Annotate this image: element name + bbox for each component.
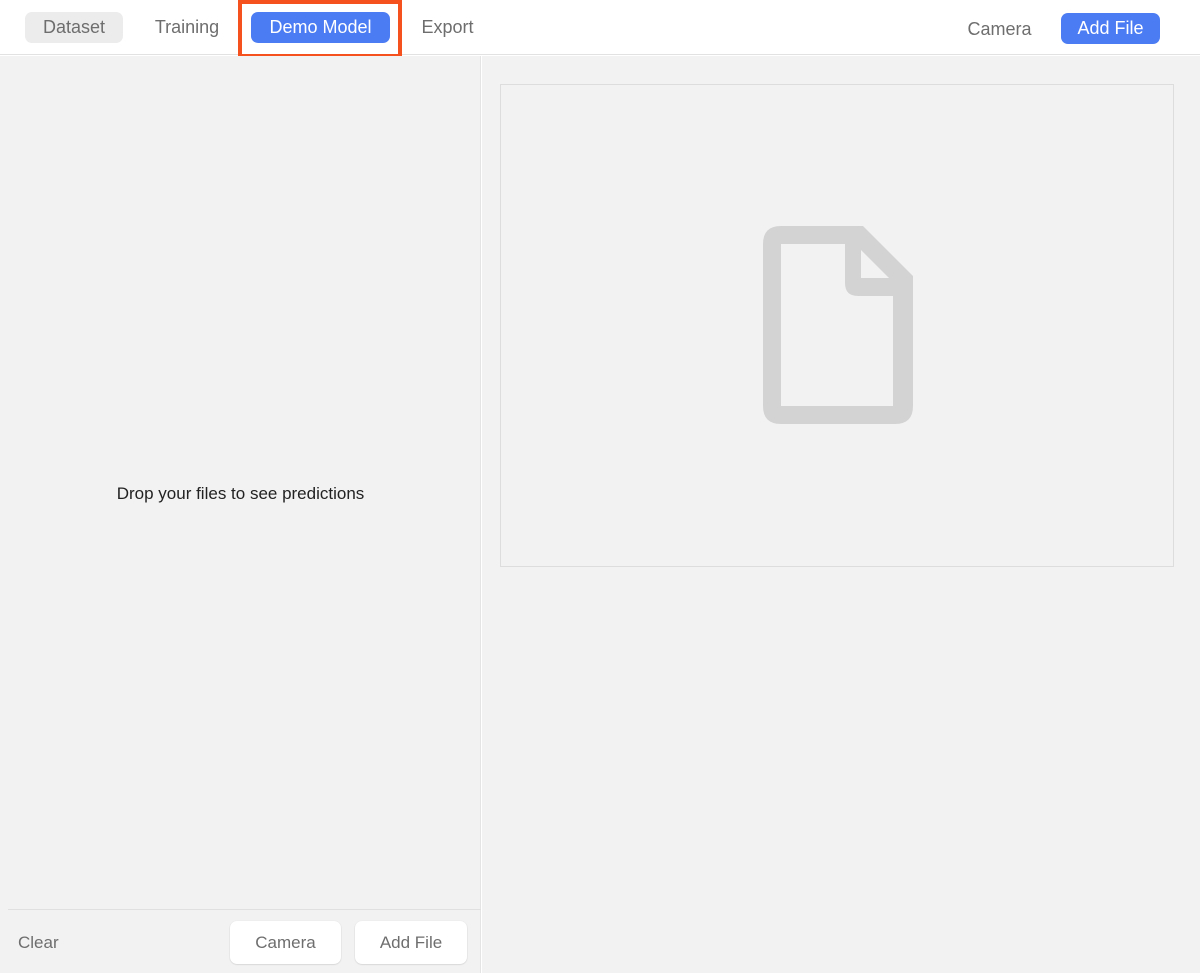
toolbar-add-file-button[interactable]: Add File	[1061, 13, 1160, 44]
tab-dataset[interactable]: Dataset	[25, 12, 123, 43]
preview-panel	[482, 56, 1200, 973]
tab-training[interactable]: Training	[140, 12, 234, 43]
file-list-panel[interactable]: Drop your files to see predictions Clear…	[0, 56, 481, 973]
clear-button[interactable]: Clear	[18, 930, 88, 956]
top-toolbar: Dataset Training Demo Model Export Camer…	[0, 0, 1200, 55]
app-window: Dataset Training Demo Model Export Camer…	[0, 0, 1200, 973]
preview-area	[500, 84, 1174, 567]
toolbar-camera-button[interactable]: Camera	[952, 14, 1047, 45]
left-bottom-bar: Clear Camera Add File	[8, 909, 481, 973]
drop-hint-text: Drop your files to see predictions	[116, 484, 365, 503]
camera-button[interactable]: Camera	[230, 921, 341, 964]
document-icon	[763, 226, 913, 424]
tab-export[interactable]: Export	[405, 12, 490, 43]
tab-demo-model[interactable]: Demo Model	[251, 12, 390, 43]
add-file-button[interactable]: Add File	[355, 921, 467, 964]
